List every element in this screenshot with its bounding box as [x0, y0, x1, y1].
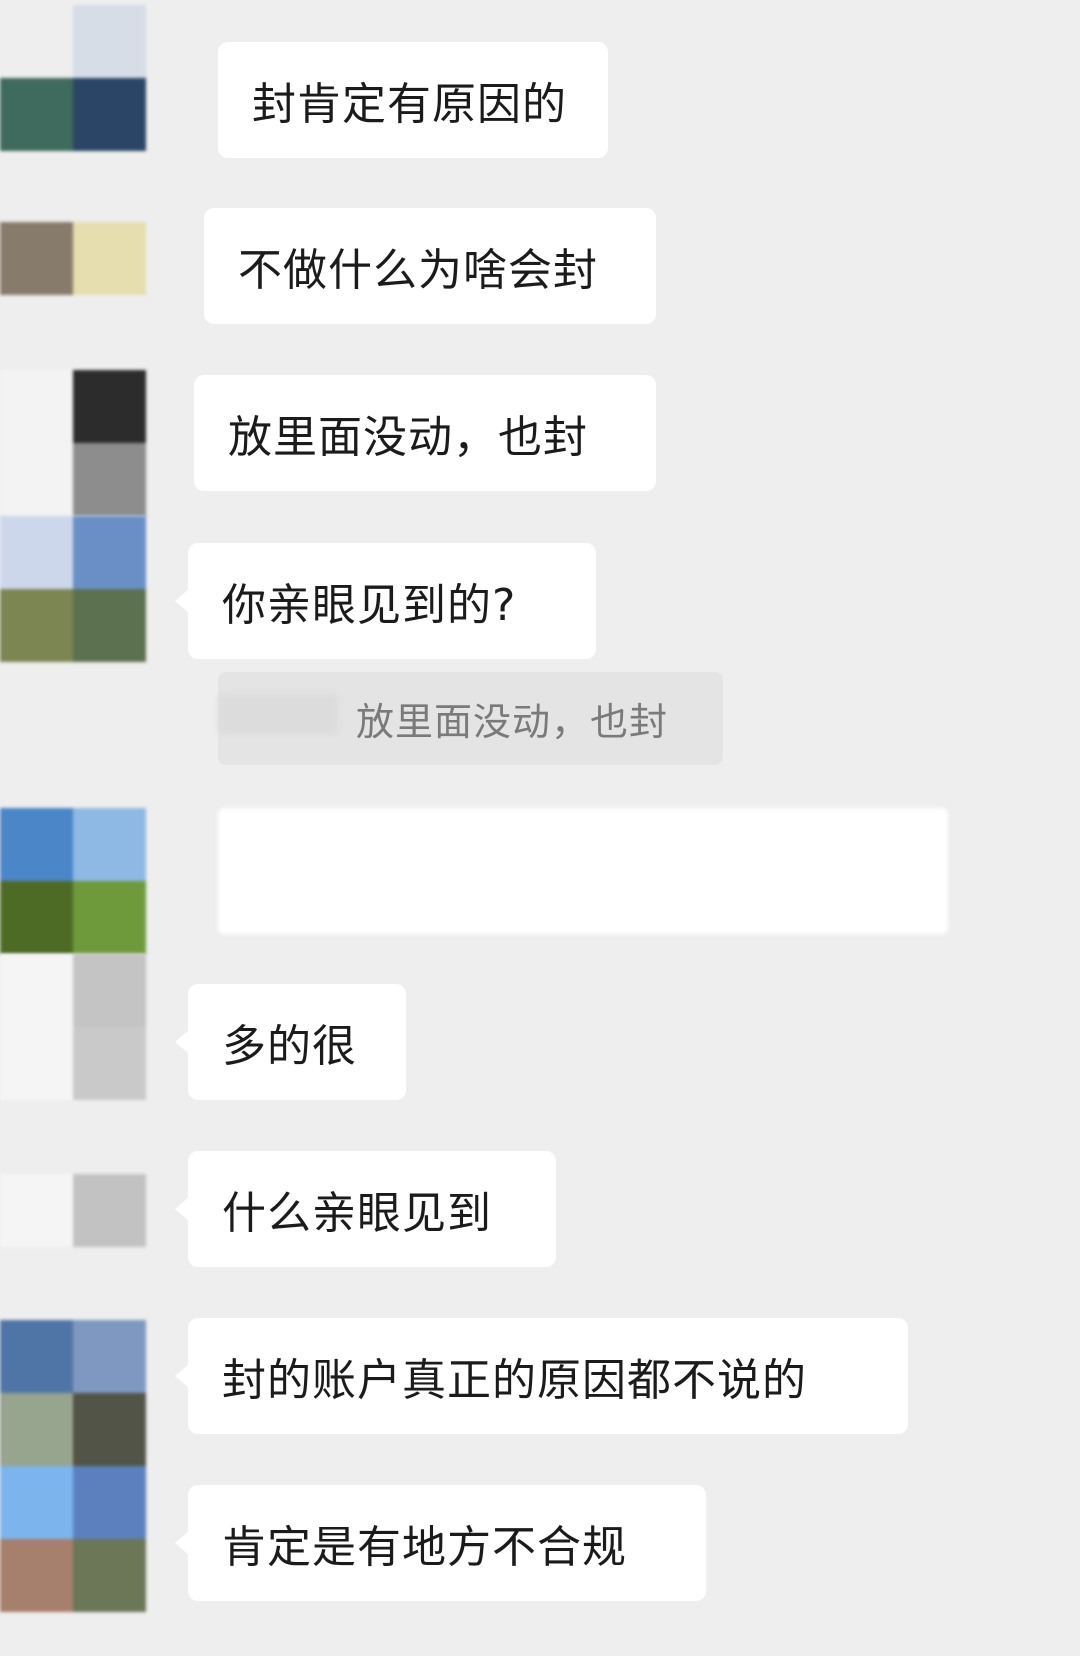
redacted-sender-name	[218, 694, 338, 734]
message-bubble[interactable]: 什么亲眼见到	[175, 1151, 556, 1267]
message-text: 封肯定有原因的	[252, 79, 567, 130]
avatar[interactable]	[0, 1320, 146, 1612]
message-bubble[interactable]: 多的很	[175, 984, 406, 1100]
message-bubble[interactable]: 封肯定有原因的	[218, 42, 608, 158]
avatar[interactable]	[0, 954, 146, 1100]
message-bubble[interactable]: 放里面没动，也封	[194, 375, 656, 491]
avatar[interactable]	[0, 1174, 146, 1247]
message-text: 放里面没动，也封	[228, 412, 588, 463]
message-bubble[interactable]: 不做什么为啥会封	[204, 208, 656, 324]
message-bubble[interactable]: 肯定是有地方不合规	[175, 1485, 706, 1601]
chat-area: 封肯定有原因的 不做什么为啥会封 放里面没动，也封 你亲眼见到的? 放里面没动，…	[0, 0, 1080, 1656]
avatar[interactable]	[0, 808, 146, 954]
avatar[interactable]	[0, 222, 146, 295]
avatar[interactable]	[0, 370, 146, 516]
message-text: 什么亲眼见到	[222, 1188, 492, 1239]
quoted-message[interactable]: 放里面没动，也封	[218, 672, 723, 765]
message-text: 肯定是有地方不合规	[222, 1522, 627, 1573]
message-text: 多的很	[222, 1021, 357, 1072]
avatar[interactable]	[0, 5, 146, 151]
message-text: 你亲眼见到的?	[222, 580, 517, 631]
message-text: 封的账户真正的原因都不说的	[222, 1355, 807, 1406]
quoted-message-text: 放里面没动，也封	[356, 700, 669, 744]
redacted-message	[218, 808, 948, 934]
message-bubble[interactable]: 你亲眼见到的?	[175, 543, 596, 659]
message-bubble[interactable]: 封的账户真正的原因都不说的	[175, 1318, 908, 1434]
avatar[interactable]	[0, 516, 146, 662]
message-text: 不做什么为啥会封	[238, 245, 598, 296]
